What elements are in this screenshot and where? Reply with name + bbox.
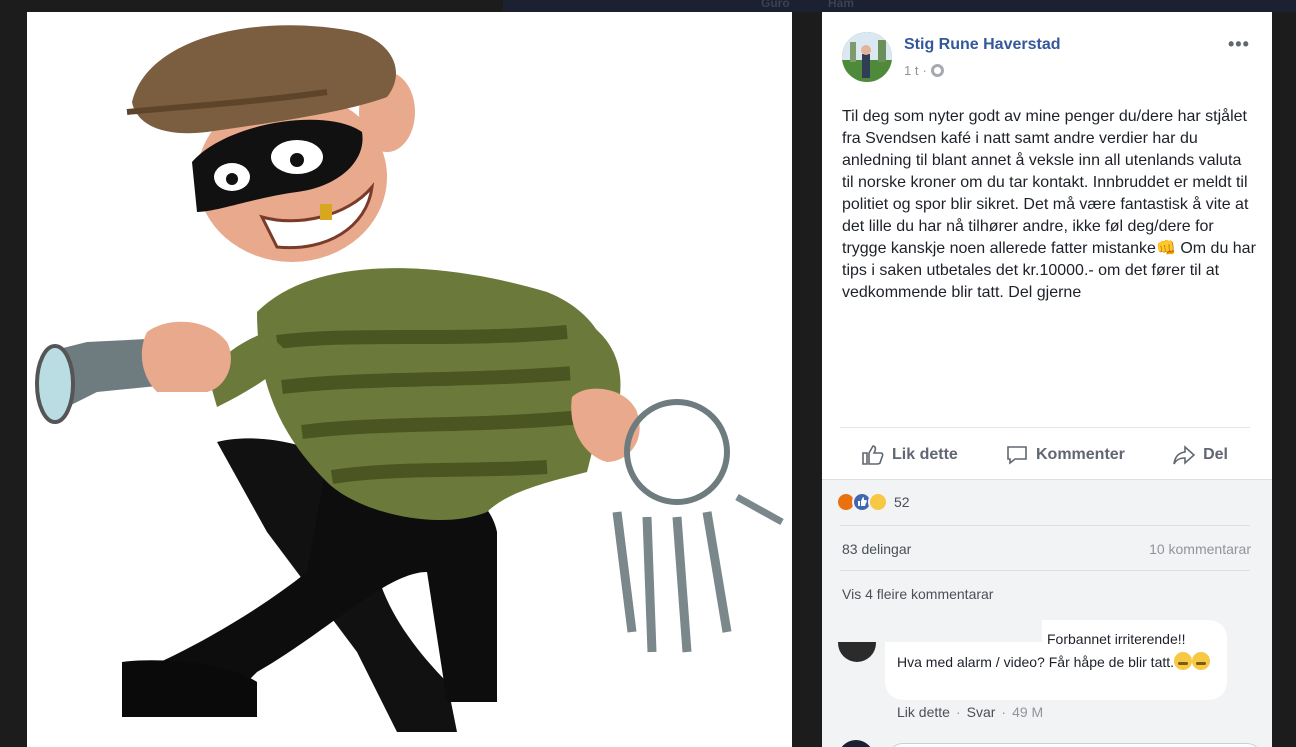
- share-icon: [1173, 445, 1196, 465]
- reaction-count[interactable]: 52: [894, 494, 910, 510]
- fist-emoji: 👊: [1155, 240, 1176, 257]
- comment-line-2: Hva med alarm / video? Får håpe de blir …: [897, 652, 1217, 672]
- comment-line-1: Forbannet irriterende!!: [1047, 631, 1186, 647]
- comment-icon: [1007, 446, 1027, 465]
- comment-button[interactable]: Kommenter: [984, 445, 1147, 465]
- like-icon: [862, 445, 884, 465]
- comments-count[interactable]: 10 kommentarar: [1149, 541, 1251, 557]
- more-icon[interactable]: •••: [1228, 34, 1250, 55]
- post-panel: Stig Rune Haverstad 1 t · ••• Til deg so…: [822, 12, 1272, 747]
- post-text-part1: Til deg som nyter godt av mine penger du…: [842, 108, 1249, 257]
- globe-icon[interactable]: [930, 64, 944, 77]
- comment-text: Hva med alarm / video? Får håpe de blir …: [897, 654, 1175, 670]
- share-button[interactable]: Del: [1151, 445, 1250, 465]
- comment-separator: ·: [955, 704, 961, 720]
- comment-separator: ·: [1001, 704, 1007, 720]
- top-bar: Guro Ham: [0, 0, 1296, 12]
- meta-separator: ·: [922, 63, 927, 78]
- shares-count[interactable]: 83 delingar: [842, 541, 911, 557]
- comment-input[interactable]: [888, 743, 1262, 747]
- drooling-emoji-icon: [1174, 652, 1193, 670]
- view-more-comments[interactable]: Vis 4 fleire kommentarar: [842, 586, 993, 602]
- redacted-name: [832, 616, 1042, 642]
- avatar-photo: [842, 32, 892, 82]
- comment-reply-link[interactable]: Svar: [967, 704, 996, 720]
- top-bar-ghost-right: Ham: [828, 0, 855, 10]
- comment-like-link[interactable]: Lik dette: [897, 704, 950, 720]
- post-meta: 1 t ·: [904, 63, 944, 78]
- comment-time[interactable]: 49 M: [1012, 704, 1043, 720]
- post-time[interactable]: 1 t: [904, 63, 918, 78]
- post-photo[interactable]: [27, 12, 792, 747]
- comment-label: Kommenter: [1035, 446, 1125, 463]
- top-bar-ghost-left: Guro: [761, 0, 790, 10]
- burglar-illustration: [35, 25, 784, 732]
- post-text: Til deg som nyter godt av mine penger du…: [842, 106, 1257, 304]
- author-name[interactable]: Stig Rune Haverstad: [904, 36, 1060, 54]
- stats-divider-bottom: [840, 570, 1250, 571]
- drooling-emoji-icon: [1192, 652, 1211, 670]
- sad-reaction-icon: [868, 492, 888, 512]
- author-avatar[interactable]: [842, 32, 892, 82]
- stats-divider-top: [840, 525, 1250, 526]
- like-label: Lik dette: [892, 446, 958, 463]
- divider: [840, 427, 1250, 428]
- feedback-area: [822, 479, 1272, 747]
- top-bar-right: Guro Ham: [503, 0, 1296, 12]
- post-actions: Lik dette Kommenter Del: [840, 436, 1250, 474]
- share-label: Del: [1203, 446, 1228, 463]
- like-button[interactable]: Lik dette: [840, 445, 980, 465]
- comment-actions: Lik dette · Svar · 49 M: [897, 704, 1043, 720]
- reactions-summary[interactable]: 52: [836, 492, 910, 512]
